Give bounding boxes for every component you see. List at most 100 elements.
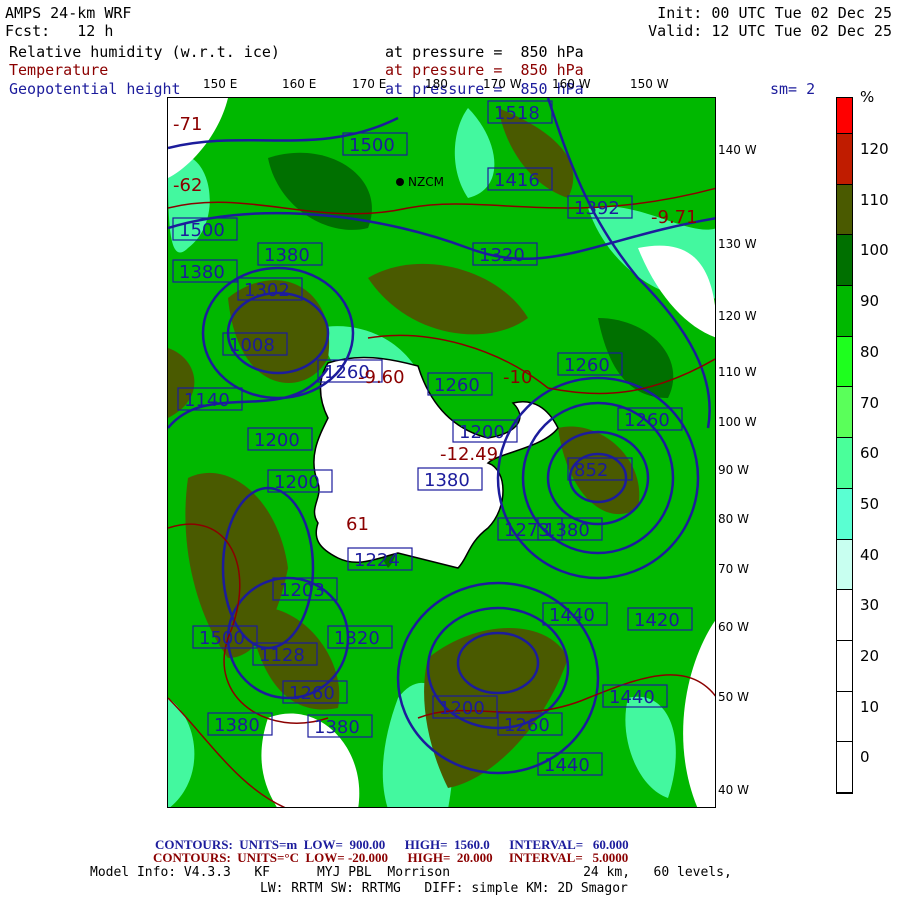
lon-label: 160 E: [282, 77, 317, 91]
smoothing-label: sm= 2: [770, 80, 816, 98]
height-label: 1380: [314, 717, 360, 738]
colorbar-tick: 60: [860, 444, 880, 463]
lat-label: 140 W: [718, 143, 757, 157]
lat-label: 130 W: [718, 237, 757, 251]
tc-high: HIGH= 20.000: [407, 850, 493, 865]
height-label: 1380: [424, 470, 470, 491]
lat-label: 50 W: [718, 690, 749, 704]
colorbar-tick: 120: [860, 140, 889, 158]
temperature-label: -12.49: [440, 444, 498, 465]
temperature-label: -62: [173, 175, 202, 196]
temperature-label: -10: [503, 367, 532, 388]
physics-info: LW: RRTM SW: RRTMG DIFF: simple KM: 2D S…: [260, 881, 628, 896]
height-label: 1380: [214, 715, 260, 736]
model-info: Model Info: V4.3.3 KF MYJ PBL Morrison 2…: [90, 865, 732, 880]
height-label: 1380: [544, 520, 590, 541]
lon-label: 170 E: [352, 77, 387, 91]
colorbar-swatch: [837, 184, 852, 236]
height-label: 1500: [179, 220, 225, 241]
height-label: 1260: [504, 715, 550, 736]
colorbar-swatch: [837, 336, 852, 388]
lat-label: 80 W: [718, 512, 749, 526]
colorbar-tick: 0: [860, 748, 870, 767]
height-label: 1416: [494, 170, 540, 191]
height-label: 1320: [479, 245, 525, 266]
weather-map: 1518 1500 1416 1500 1380 1380 1302 1392 1320 1008…: [167, 97, 716, 808]
height-label: 1440: [609, 687, 655, 708]
lat-label: 120 W: [718, 309, 757, 323]
colorbar-swatch: [837, 691, 852, 743]
lon-label: 150 W: [630, 77, 669, 91]
lat-label: 40 W: [718, 783, 749, 797]
colorbar-swatch: [837, 286, 852, 337]
height-label: 1518: [494, 103, 540, 124]
height-label: 1224: [354, 550, 400, 571]
colorbar-tick: 110: [860, 190, 889, 209]
lon-label: 170 W: [483, 77, 522, 91]
height-label: 1260: [624, 410, 670, 431]
temperature-label: -71: [173, 114, 202, 135]
forecast-hour: Fcst: 12 h: [5, 22, 114, 40]
colorbar-swatch: [837, 98, 852, 134]
colorbar-tick: 40: [860, 545, 880, 564]
colorbar: [836, 97, 853, 794]
colorbar-tick: 20: [860, 647, 880, 665]
height-label: 1260: [434, 375, 480, 396]
height-label: 1500: [349, 135, 395, 156]
height-label: 1200: [274, 472, 320, 493]
lon-label: 180: [425, 77, 448, 91]
height-label: 1200: [254, 430, 300, 451]
field-rh-level: at pressure = 850 hPa: [385, 43, 584, 61]
height-label: 1380: [179, 262, 225, 283]
temperature-label: -9.71: [651, 207, 698, 228]
height-label: 1260: [289, 683, 335, 704]
colorbar-swatch: [837, 539, 852, 591]
height-label: 1320: [334, 628, 380, 649]
lon-label: 150 E: [203, 77, 238, 91]
temperature-label: 61: [346, 514, 369, 535]
colorbar-tick: 90: [860, 292, 880, 311]
height-label: 1273: [504, 520, 550, 541]
lat-label: 90 W: [718, 463, 749, 477]
field-temp-name: Temperature: [9, 61, 109, 79]
colorbar-tick: 100: [860, 241, 889, 260]
height-label: 1440: [549, 605, 595, 626]
colorbar-swatch: [837, 640, 852, 692]
height-label: 1500: [199, 628, 245, 649]
map-canvas: 1518 1500 1416 1500 1380 1380 1302 1392 1320 1008…: [168, 98, 715, 807]
height-label: 1140: [184, 390, 230, 411]
tc-label: CONTOURS:: [153, 850, 231, 865]
tc-low: LOW= -20.000: [305, 850, 389, 865]
temp-contour-info: CONTOURS: UNITS=°C LOW= -20.000 HIGH= 20…: [153, 850, 628, 866]
lon-label: 160 W: [552, 77, 591, 91]
lat-label: 70 W: [718, 562, 749, 576]
height-label: 1203: [279, 580, 325, 601]
init-time: Init: 00 UTC Tue 02 Dec 25: [657, 4, 892, 22]
colorbar-swatch: [837, 438, 852, 489]
height-label: 1392: [574, 198, 620, 219]
height-label: 1440: [544, 755, 590, 776]
station-marker: [396, 178, 404, 186]
station-label: NZCM: [408, 175, 444, 189]
colorbar-swatch: [837, 488, 852, 540]
lat-label: 110 W: [718, 365, 757, 379]
height-label: 1200: [459, 422, 505, 443]
lat-label: 60 W: [718, 620, 749, 634]
colorbar-tick: 70: [860, 393, 880, 412]
tc-interval: INTERVAL= 5.0000: [508, 850, 629, 865]
colorbar-swatch: [837, 235, 852, 287]
colorbar-tick: 50: [860, 494, 880, 513]
colorbar-swatch: [837, 590, 852, 641]
lat-label: 100 W: [718, 415, 757, 429]
field-rh-name: Relative humidity (w.r.t. ice): [9, 43, 280, 61]
height-label: 1380: [264, 245, 310, 266]
height-label: 852: [574, 460, 608, 481]
temperature-label: -9.60: [358, 367, 405, 388]
colorbar-swatch: [837, 387, 852, 439]
colorbar-tick: 80: [860, 342, 880, 361]
tc-units: UNITS=°C: [237, 850, 300, 865]
colorbar-swatch: [837, 742, 852, 793]
colorbar-tick: 30: [860, 596, 880, 615]
height-label: 1420: [634, 610, 680, 631]
colorbar-unit: %: [860, 88, 875, 106]
